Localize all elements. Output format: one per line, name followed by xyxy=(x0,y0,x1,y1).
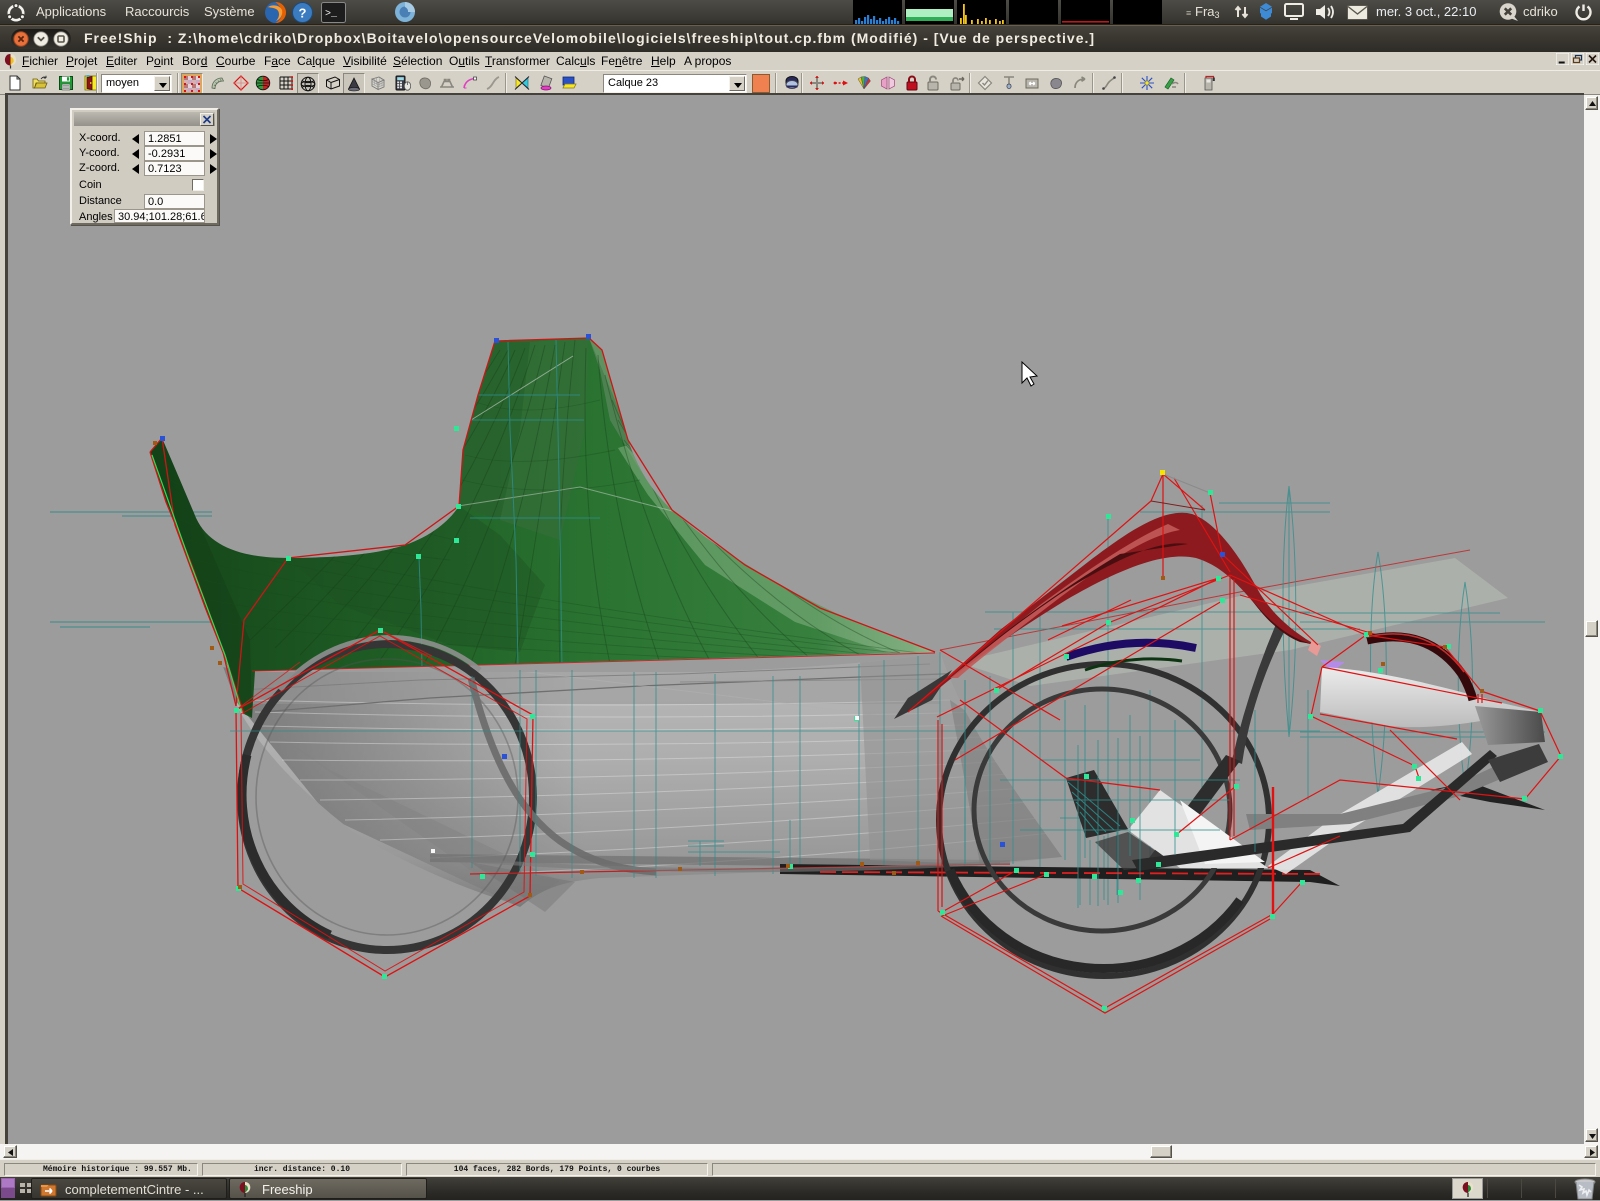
svg-text:?: ? xyxy=(299,6,307,21)
svg-text:>_: >_ xyxy=(325,9,338,20)
